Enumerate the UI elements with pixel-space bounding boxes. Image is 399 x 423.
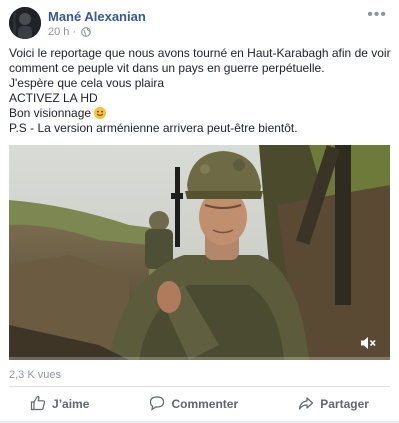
comment-label: Commenter: [171, 397, 239, 411]
video-progress-bar[interactable]: [9, 357, 390, 360]
thumbs-up-icon: [30, 395, 46, 414]
post-actions-bar: J’aime Commenter Partager: [0, 393, 399, 415]
author-avatar[interactable]: [9, 7, 41, 39]
post-text-line: Bon visionnage: [9, 106, 92, 120]
post-text-line: J'espère que cela vous plaira: [9, 76, 165, 90]
post-text-line: Voici le reportage que nous avons tourné…: [9, 46, 391, 60]
share-button[interactable]: Partager: [298, 395, 369, 414]
globe-icon: [81, 27, 92, 40]
post-text: Voici le reportage que nous avons tourné…: [9, 46, 393, 136]
facebook-post: Mané Alexanian 20 h · ••• Voici le repor…: [0, 0, 399, 423]
like-button[interactable]: J’aime: [30, 395, 89, 414]
post-text-line: ACTIVEZ LA HD: [9, 91, 98, 105]
post-text-line-with-emoji: Bon visionnage: [9, 106, 393, 121]
author-name[interactable]: Mané Alexanian: [48, 9, 146, 24]
post-meta: 20 h ·: [48, 26, 92, 40]
share-label: Partager: [320, 397, 369, 411]
comment-bubble-icon: [149, 395, 165, 414]
view-count: 2,3 K vues: [9, 369, 61, 381]
share-arrow-icon: [298, 395, 314, 414]
post-text-line: comment ce peuple vit dans un pays en gu…: [9, 61, 325, 75]
video-frame: [9, 145, 390, 360]
comment-button[interactable]: Commenter: [149, 395, 238, 414]
like-label: J’aime: [52, 397, 90, 411]
video-player[interactable]: [9, 145, 390, 360]
speaker-muted-icon[interactable]: [360, 336, 376, 350]
more-options-icon[interactable]: •••: [367, 6, 387, 24]
post-time[interactable]: 20 h ·: [48, 26, 76, 38]
post-text-line: P.S - La version arménienne arrivera peu…: [9, 121, 298, 135]
smiley-emoji-icon: [94, 107, 107, 119]
divider: [9, 386, 390, 387]
